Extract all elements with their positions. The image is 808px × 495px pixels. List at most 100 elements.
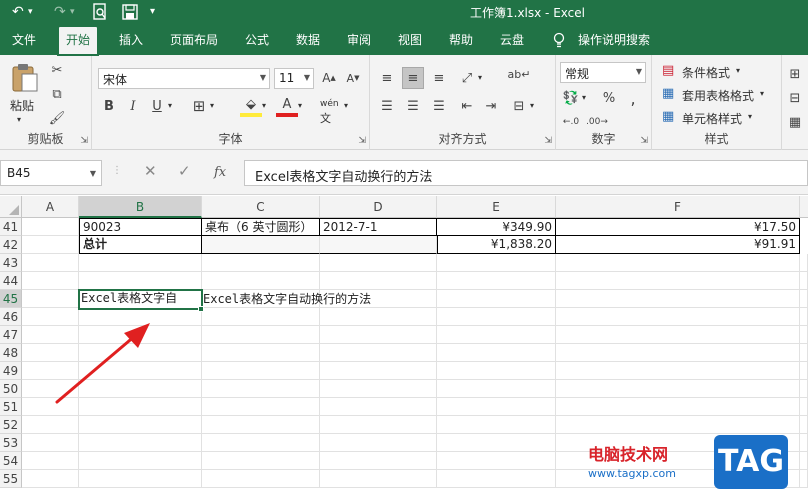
copy-icon[interactable]: ⧉: [46, 83, 68, 105]
tab-file[interactable]: 文件: [12, 31, 36, 48]
accounting-dropdown-icon[interactable]: ▾: [582, 93, 586, 102]
increase-font-icon[interactable]: A ▲: [318, 67, 340, 89]
format-cells-icon[interactable]: ▦: [784, 111, 806, 133]
chevron-down-icon: ▼: [303, 73, 310, 82]
merge-dropdown-icon[interactable]: ▾: [530, 101, 534, 110]
conditional-format-icon: ▤: [662, 63, 675, 78]
tell-me-search[interactable]: 操作说明搜索: [578, 31, 650, 48]
clipboard-launcher-icon[interactable]: ⇲: [80, 136, 88, 146]
chevron-down-icon: ▼: [89, 169, 96, 178]
delete-cells-icon[interactable]: ⊟: [784, 87, 806, 109]
insert-function-icon[interactable]: fx: [214, 165, 226, 180]
red-arrow-head: [124, 323, 150, 348]
tab-page-layout[interactable]: 页面布局: [170, 31, 218, 48]
styles-group: ▤ 条件格式 ▾ ▦ 套用表格格式 ▾ ▦ 单元格样式 ▾ 样式: [652, 55, 782, 150]
paste-icon[interactable]: [11, 63, 39, 93]
alignment-group-label: 对齐方式: [438, 132, 487, 146]
formula-bar: B45 ▼ ⋮ ✕ ✓ fx Excel表格文字自动换行的方法: [0, 150, 808, 195]
merge-center-icon[interactable]: ⊟: [508, 95, 530, 117]
chevron-down-icon[interactable]: ▾: [736, 66, 740, 75]
font-name-value: 宋体: [103, 73, 128, 87]
align-right-icon[interactable]: ☰: [428, 95, 450, 117]
align-left-icon[interactable]: ☰: [376, 95, 398, 117]
phonetic-guide-icon[interactable]: wén: [320, 99, 339, 109]
tab-data[interactable]: 数据: [296, 31, 320, 48]
font-size-select[interactable]: 11 ▼: [274, 68, 314, 89]
underline-dropdown-icon[interactable]: ▾: [168, 101, 172, 110]
cancel-icon[interactable]: ✕: [144, 162, 157, 180]
formula-bar-resize-icon[interactable]: ⋮: [112, 165, 122, 176]
increase-indent-icon[interactable]: ⇥: [480, 95, 502, 117]
number-group: 常规 ▼ 💱 ▾ % , ←.0 .00→ 数字 ⇲: [556, 55, 652, 150]
watermark-tag-logo: TAG: [714, 435, 788, 489]
format-as-table-button[interactable]: 套用表格格式: [682, 87, 754, 104]
percent-icon[interactable]: %: [598, 87, 620, 109]
align-top-icon[interactable]: ≡: [376, 67, 398, 89]
underline-icon[interactable]: U: [146, 95, 168, 117]
watermark-site-name: 电脑技术网: [588, 445, 669, 464]
number-group-label: 数字: [591, 132, 616, 146]
redo-dropdown-icon[interactable]: ▾: [70, 3, 75, 21]
font-color-icon[interactable]: A: [276, 95, 298, 117]
number-format-select[interactable]: 常规 ▼: [560, 62, 646, 83]
borders-dropdown-icon[interactable]: ▾: [210, 101, 214, 110]
chevron-down-icon[interactable]: ▾: [760, 89, 764, 98]
tab-view[interactable]: 视图: [398, 31, 422, 48]
orientation-dropdown-icon[interactable]: ▾: [478, 73, 482, 82]
number-launcher-icon[interactable]: ⇲: [640, 136, 648, 146]
decrease-indent-icon[interactable]: ⇤: [456, 95, 478, 117]
align-center-icon[interactable]: ☰: [402, 95, 424, 117]
align-middle-icon[interactable]: ≡: [402, 67, 424, 89]
tab-formulas[interactable]: 公式: [245, 31, 269, 48]
paste-button[interactable]: 粘贴: [10, 97, 34, 114]
tab-cloud[interactable]: 云盘: [500, 31, 524, 48]
wrap-text-icon[interactable]: ab↵: [508, 63, 531, 85]
accounting-format-icon[interactable]: 💱: [560, 87, 582, 109]
chevron-down-icon: ▼: [259, 73, 266, 82]
fill-color-dropdown-icon[interactable]: ▾: [262, 101, 266, 110]
chevron-down-icon[interactable]: ▾: [748, 112, 752, 121]
font-group: 宋体 ▼ 11 ▼ A ▲ A ▼ B I U ▾ ⊞ ▾ ⬙ ▾ A ▾ wén …: [92, 55, 370, 150]
undo-dropdown-icon[interactable]: ▾: [28, 3, 33, 21]
cut-icon[interactable]: ✂: [46, 59, 68, 81]
undo-icon[interactable]: ↶: [12, 3, 24, 21]
formula-input[interactable]: Excel表格文字自动换行的方法: [244, 160, 808, 186]
borders-icon[interactable]: ⊞: [188, 95, 210, 117]
cell-styles-button[interactable]: 单元格样式: [682, 110, 742, 127]
tab-home[interactable]: 开始: [56, 25, 100, 56]
alignment-launcher-icon[interactable]: ⇲: [544, 136, 552, 146]
name-box[interactable]: B45 ▼: [0, 160, 102, 186]
save-icon[interactable]: [122, 4, 138, 20]
format-painter-icon[interactable]: 🖌: [46, 107, 68, 129]
paste-dropdown-icon[interactable]: ▾: [17, 115, 21, 124]
font-name-select[interactable]: 宋体 ▼: [98, 68, 270, 89]
bold-icon[interactable]: B: [98, 95, 120, 117]
alignment-group: ≡ ≡ ≡ ⤢ ▾ ab↵ ☰ ☰ ☰ ⇤ ⇥ ⊟ ▾ 对齐方式 ⇲: [370, 55, 556, 150]
print-preview-icon[interactable]: [92, 3, 108, 21]
tab-review[interactable]: 审阅: [347, 31, 371, 48]
redo-icon[interactable]: ↷: [54, 3, 66, 21]
comma-style-icon[interactable]: ,: [622, 87, 644, 109]
tab-insert[interactable]: 插入: [119, 31, 143, 48]
font-color-dropdown-icon[interactable]: ▾: [298, 101, 302, 110]
tab-help[interactable]: 帮助: [449, 31, 473, 48]
ribbon-tabs: 文件 开始 插入 页面布局 公式 数据 审阅 视图 帮助 云盘 操作说明搜索: [0, 24, 808, 56]
italic-icon[interactable]: I: [122, 95, 144, 117]
table-format-icon: ▦: [662, 86, 675, 101]
orientation-icon[interactable]: ⤢: [456, 67, 478, 89]
styles-group-label: 样式: [704, 132, 729, 146]
conditional-format-button[interactable]: 条件格式: [682, 64, 730, 81]
watermark: 电脑技术网 www.tagxp.com TAG: [588, 433, 788, 493]
font-group-label: 字体: [218, 132, 243, 146]
font-launcher-icon[interactable]: ⇲: [358, 136, 366, 146]
clipboard-group-label: 剪贴板: [27, 132, 64, 146]
fill-color-icon[interactable]: ⬙: [240, 95, 262, 117]
align-bottom-icon[interactable]: ≡: [428, 67, 450, 89]
decrease-font-icon[interactable]: A ▼: [342, 67, 364, 89]
customize-toolbar-icon[interactable]: ▾: [150, 3, 155, 21]
chevron-down-icon: ▼: [635, 67, 642, 76]
insert-cells-icon[interactable]: ⊞: [784, 63, 806, 85]
phonetic-dropdown-icon[interactable]: ▾: [344, 101, 348, 110]
enter-icon[interactable]: ✓: [178, 162, 191, 180]
number-format-value: 常规: [565, 67, 590, 81]
